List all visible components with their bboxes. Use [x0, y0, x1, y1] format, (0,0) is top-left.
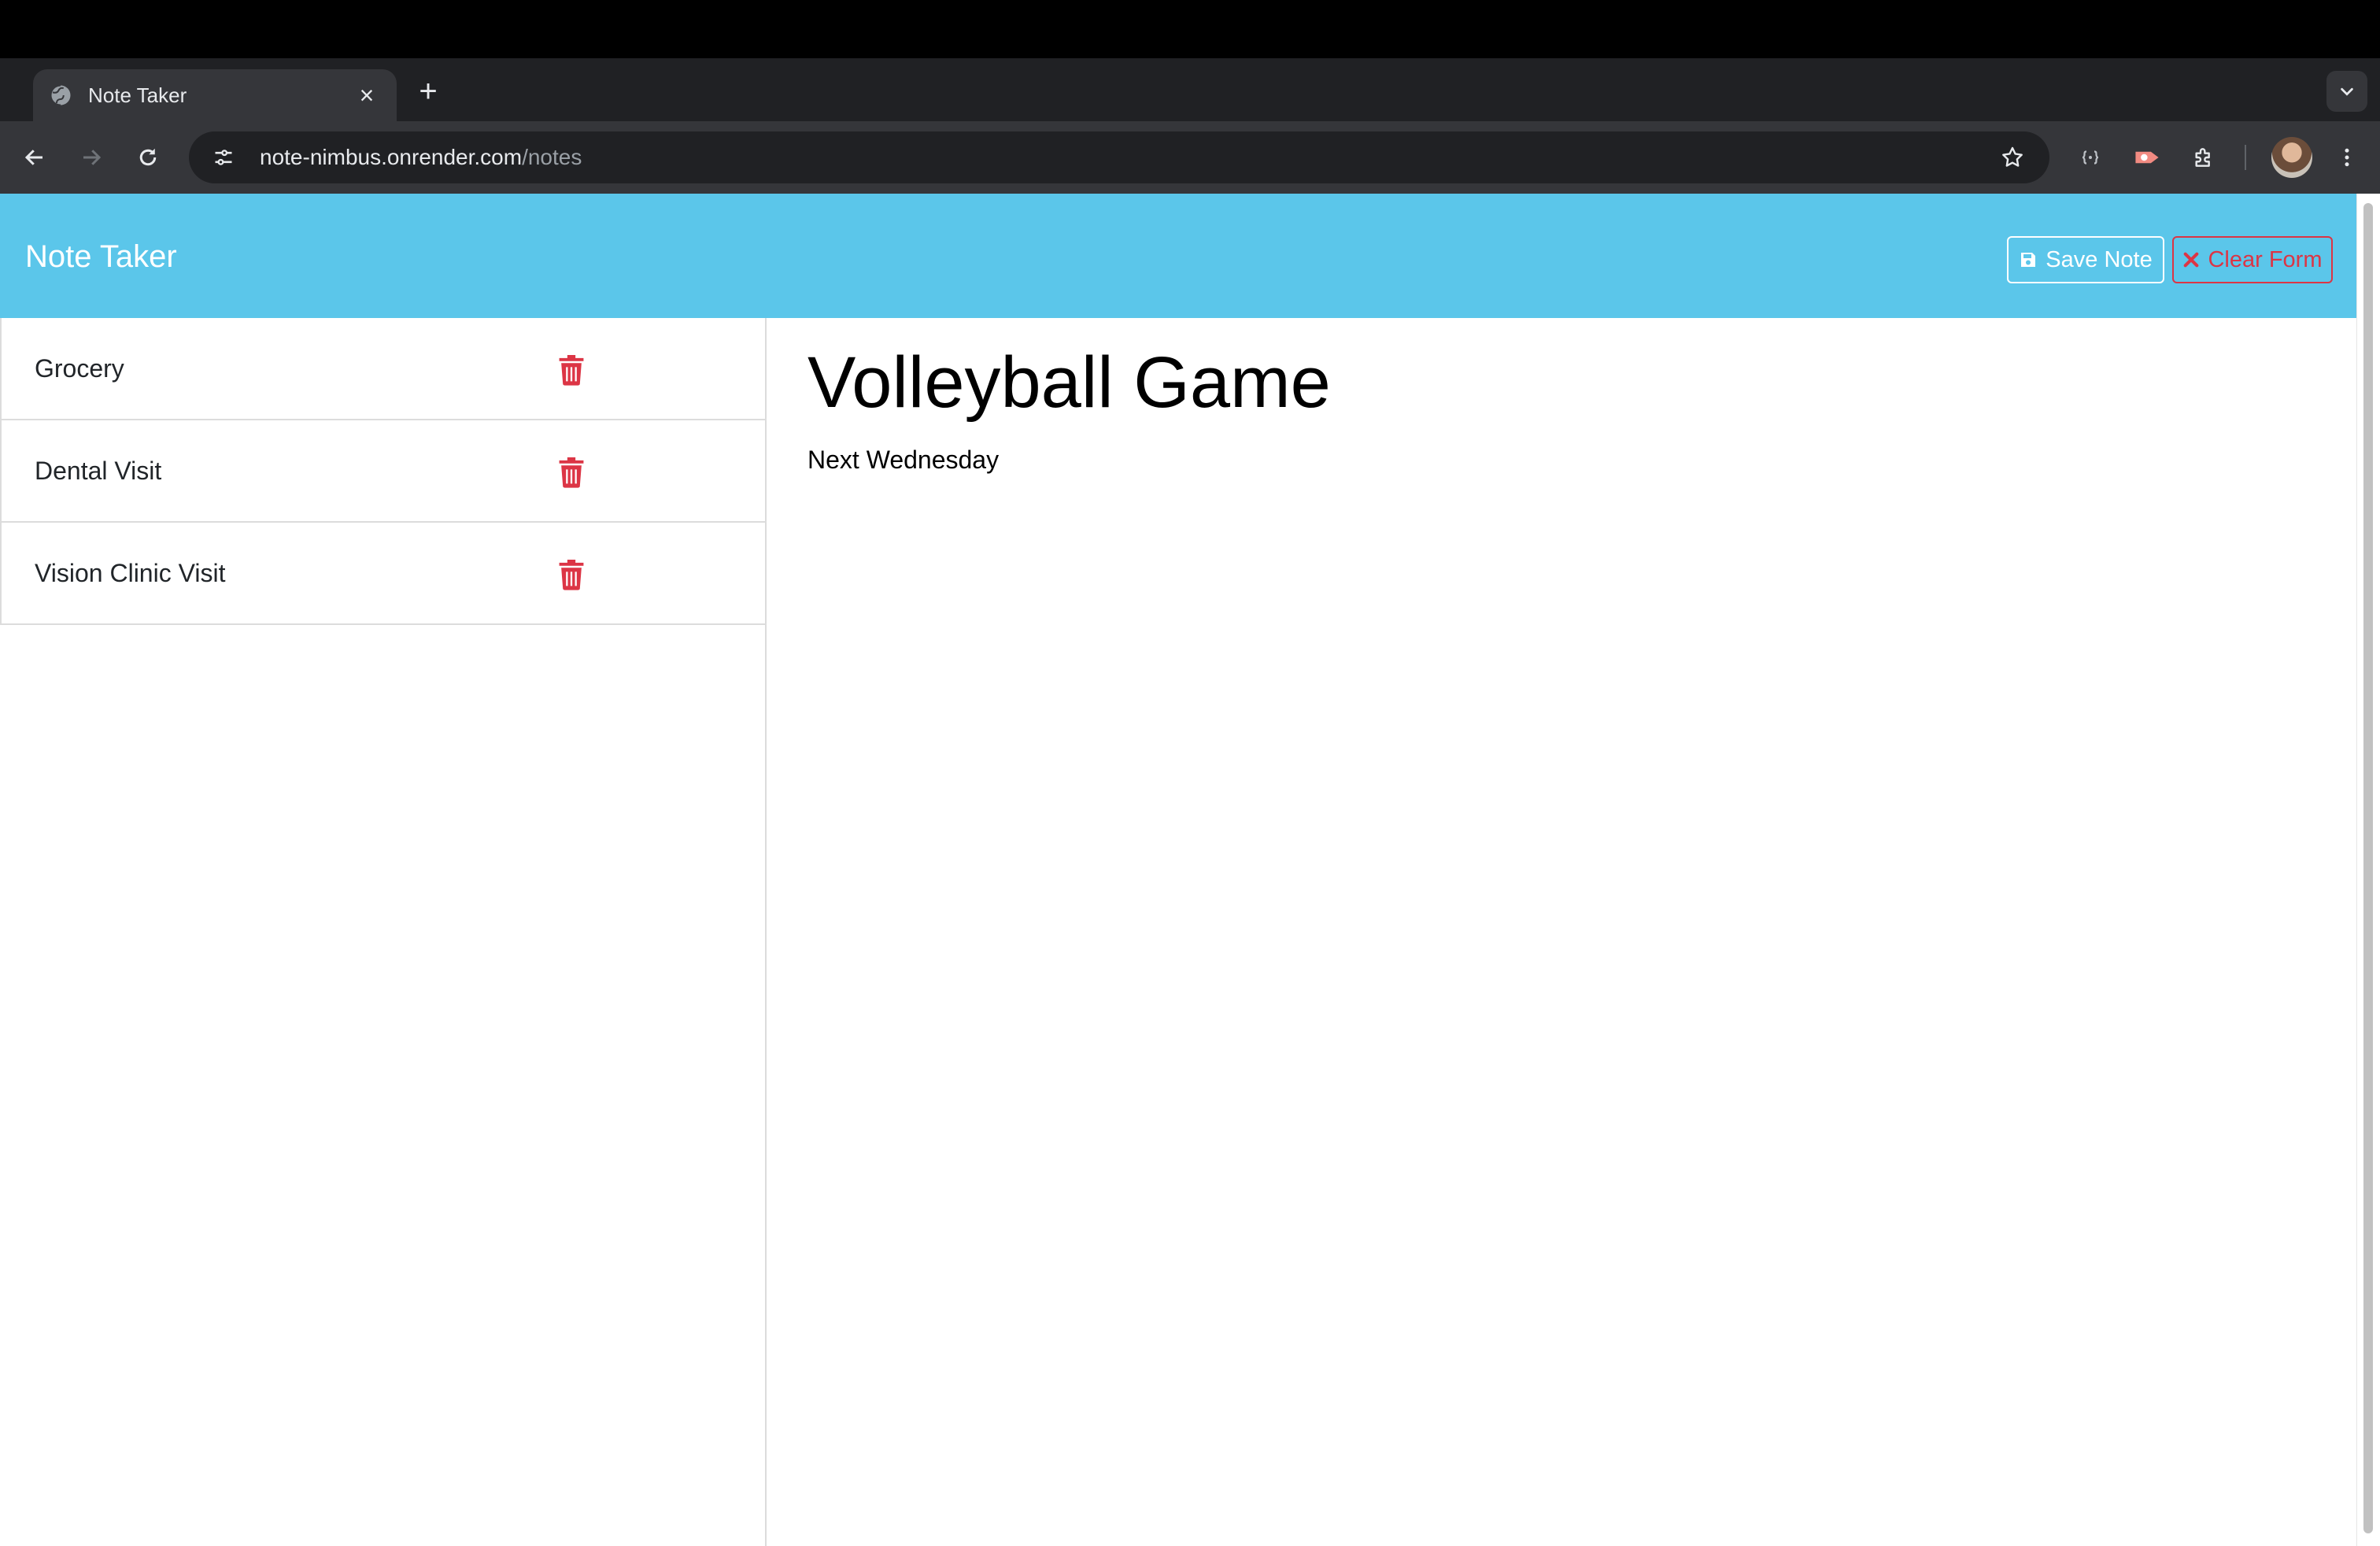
- trash-icon[interactable]: [557, 353, 586, 386]
- browser-menu-button[interactable]: [2326, 137, 2367, 178]
- new-tab-button[interactable]: +: [411, 74, 445, 109]
- arrow-right-icon: [83, 150, 102, 165]
- forward-button[interactable]: [71, 137, 112, 178]
- window-top-bar: [0, 0, 2380, 58]
- toolbar-divider: [2245, 145, 2246, 170]
- list-item[interactable]: Grocery: [2, 318, 765, 420]
- arrow-left-icon: [24, 150, 42, 165]
- clear-form-button[interactable]: Clear Form: [2172, 236, 2333, 283]
- browser-toolbar: note-nimbus.onrender.com/notes: [0, 121, 2380, 194]
- extensions-button[interactable]: [2183, 137, 2224, 178]
- notes-list: Grocery Dental Visit Vision Clinic Visit: [0, 318, 765, 625]
- extension-button-1[interactable]: [2070, 137, 2111, 178]
- kebab-menu-icon: [2345, 148, 2349, 167]
- list-item[interactable]: Dental Visit: [2, 420, 765, 523]
- record-icon: [2135, 151, 2159, 164]
- note-text-area[interactable]: Next Wednesday: [808, 444, 999, 475]
- star-icon: [2002, 146, 2023, 167]
- tune-icon: [215, 150, 232, 165]
- clear-form-label: Clear Form: [2208, 246, 2323, 272]
- globe-icon: [50, 84, 71, 106]
- site-info-button[interactable]: [205, 139, 242, 176]
- puzzle-icon: [2195, 148, 2210, 167]
- trash-icon[interactable]: [557, 557, 586, 590]
- tab-note-taker[interactable]: Note Taker ×: [33, 69, 397, 121]
- list-item[interactable]: Vision Clinic Visit: [2, 523, 765, 625]
- note-editor: Volleyball Game Next Wednesday: [768, 318, 2356, 1546]
- chevron-down-icon: [2341, 87, 2353, 96]
- note-title: Grocery: [35, 353, 124, 383]
- reload-button[interactable]: [128, 137, 168, 178]
- note-title: Dental Visit: [35, 456, 162, 485]
- close-tab-icon[interactable]: ×: [353, 81, 381, 109]
- url-text[interactable]: note-nimbus.onrender.com/notes: [260, 145, 1991, 170]
- tab-title: Note Taker: [88, 83, 187, 107]
- url-host: note-nimbus.onrender.com: [260, 145, 523, 169]
- save-note-button[interactable]: Save Note: [2007, 236, 2164, 283]
- trash-icon[interactable]: [557, 455, 586, 488]
- scrollbar-thumb[interactable]: [2363, 203, 2373, 1533]
- x-mark-icon: [2184, 252, 2199, 268]
- app-brand[interactable]: Note Taker: [25, 238, 177, 276]
- note-title: Vision Clinic Visit: [35, 558, 226, 587]
- back-button[interactable]: [14, 137, 55, 178]
- save-note-label: Save Note: [2046, 246, 2153, 272]
- tab-strip: Note Taker × +: [0, 58, 2380, 121]
- reload-icon: [139, 148, 157, 166]
- profile-avatar[interactable]: [2271, 137, 2312, 178]
- braces-icon: [2082, 150, 2099, 165]
- extension-button-2[interactable]: [2127, 137, 2168, 178]
- floppy-disk-icon: [2021, 253, 2036, 267]
- address-bar[interactable]: note-nimbus.onrender.com/notes: [189, 131, 2049, 183]
- note-title-input[interactable]: Volleyball Game: [808, 335, 1331, 430]
- url-path: /notes: [522, 145, 582, 169]
- app-navbar: Note Taker Save Note Clear Form: [0, 194, 2356, 318]
- tab-search-button[interactable]: [2326, 71, 2367, 112]
- bookmark-button[interactable]: [1991, 136, 2034, 179]
- notes-sidebar: Grocery Dental Visit Vision Clinic Visit: [0, 318, 767, 1546]
- web-page: Note Taker Save Note Clear Form Grocery: [0, 194, 2356, 1546]
